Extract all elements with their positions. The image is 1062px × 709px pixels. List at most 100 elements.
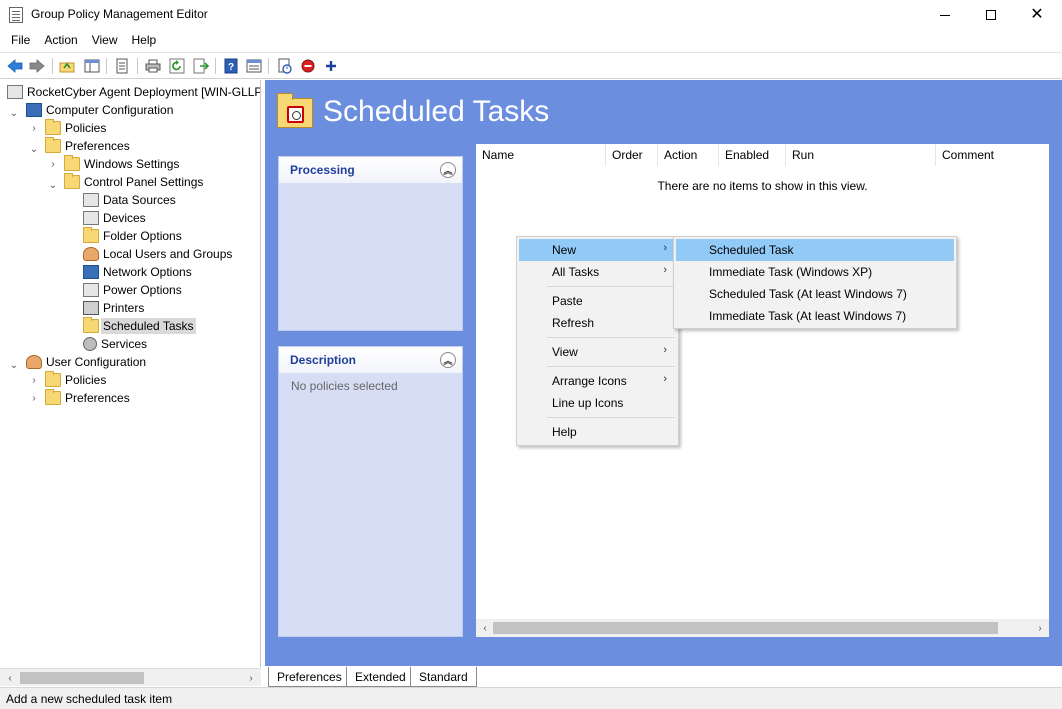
stop-icon[interactable] bbox=[299, 57, 317, 75]
help-icon[interactable]: ? bbox=[222, 57, 240, 75]
menu-item-arrange-icons[interactable]: Arrange Icons › bbox=[519, 370, 676, 392]
chevron-down-icon[interactable]: ⌄ bbox=[47, 179, 59, 191]
submenu-item-scheduled-task-win7[interactable]: Scheduled Task (At least Windows 7) bbox=[676, 283, 954, 305]
tree-horizontal-scrollbar[interactable]: ‹ › bbox=[0, 668, 261, 686]
submenu-item-immediate-task-xp[interactable]: Immediate Task (Windows XP) bbox=[676, 261, 954, 283]
tree-item-label: Preferences bbox=[65, 139, 130, 153]
scroll-right-icon[interactable]: › bbox=[1032, 620, 1048, 636]
tree-item-root[interactable]: RocketCyber Agent Deployment [WIN-GLLP bbox=[7, 83, 260, 101]
minimize-button[interactable] bbox=[922, 0, 968, 30]
scrollbar-thumb[interactable] bbox=[20, 672, 144, 684]
menu-view[interactable]: View bbox=[85, 30, 125, 52]
minimize-icon bbox=[940, 14, 950, 16]
menu-item-paste[interactable]: Paste bbox=[519, 290, 676, 312]
up-folder-icon[interactable] bbox=[58, 57, 76, 75]
column-name[interactable]: Name bbox=[476, 144, 606, 166]
menu-action[interactable]: Action bbox=[37, 30, 84, 52]
user-icon bbox=[26, 355, 42, 369]
tree-item-label: Network Options bbox=[103, 265, 192, 279]
menu-item-refresh[interactable]: Refresh bbox=[519, 312, 676, 334]
menu-item-view[interactable]: View › bbox=[519, 341, 676, 363]
menu-item-help[interactable]: Help bbox=[519, 421, 676, 443]
tree-item-folder-options[interactable]: Folder Options bbox=[83, 227, 182, 245]
back-arrow-icon[interactable] bbox=[6, 57, 24, 75]
scroll-left-icon[interactable]: ‹ bbox=[477, 620, 493, 636]
menu-item-all-tasks[interactable]: All Tasks › bbox=[519, 261, 676, 283]
print-icon[interactable] bbox=[144, 57, 162, 75]
submenu-item-immediate-task-win7[interactable]: Immediate Task (At least Windows 7) bbox=[676, 305, 954, 327]
processing-box: Processing ︽ bbox=[278, 156, 463, 331]
tree-item-label: Windows Settings bbox=[84, 157, 180, 171]
gear-icon bbox=[83, 337, 97, 351]
tree-item-cc-preferences[interactable]: Preferences bbox=[45, 137, 130, 155]
scroll-right-icon[interactable]: › bbox=[243, 670, 259, 686]
properties-icon[interactable] bbox=[113, 57, 131, 75]
tree-item-data-sources[interactable]: Data Sources bbox=[83, 191, 176, 209]
column-enabled[interactable]: Enabled bbox=[719, 144, 786, 166]
tree-item-network-options[interactable]: Network Options bbox=[83, 263, 192, 281]
chevron-down-icon[interactable]: ⌄ bbox=[8, 359, 20, 371]
collapse-up-icon[interactable]: ︽ bbox=[440, 352, 456, 368]
tree-item-label: Local Users and Groups bbox=[103, 247, 233, 261]
menu-file[interactable]: File bbox=[4, 30, 37, 52]
menu-item-label: Refresh bbox=[552, 316, 595, 330]
tab-standard[interactable]: Standard bbox=[410, 667, 477, 687]
column-action[interactable]: Action bbox=[658, 144, 719, 166]
tree-item-cc-policies[interactable]: Policies bbox=[45, 119, 106, 137]
devices-icon bbox=[83, 211, 99, 225]
add-icon[interactable] bbox=[322, 57, 340, 75]
tree-item-local-users-and-groups[interactable]: Local Users and Groups bbox=[83, 245, 232, 263]
list-horizontal-scrollbar[interactable]: ‹ › bbox=[476, 619, 1049, 637]
chevron-right-icon[interactable]: › bbox=[28, 374, 40, 386]
tree-item-uc-preferences[interactable]: Preferences bbox=[45, 389, 130, 407]
chevron-right-icon[interactable]: › bbox=[28, 392, 40, 404]
chevron-down-icon[interactable]: ⌄ bbox=[28, 143, 40, 155]
folder-icon bbox=[45, 137, 61, 153]
list-header: Name Order Action Enabled Run Comment bbox=[476, 144, 1049, 166]
tree-item-user-configuration[interactable]: User Configuration bbox=[26, 353, 146, 371]
tree-item-windows-settings[interactable]: Windows Settings bbox=[64, 155, 179, 173]
scheduled-tasks-folder-icon bbox=[277, 93, 313, 128]
export-list-icon[interactable] bbox=[192, 57, 210, 75]
submenu-item-scheduled-task[interactable]: Scheduled Task bbox=[676, 239, 954, 261]
menu-item-new[interactable]: New › bbox=[519, 239, 676, 261]
close-button[interactable]: ✕ bbox=[1014, 0, 1060, 30]
tree-item-label: Scheduled Tasks bbox=[101, 318, 196, 334]
scroll-left-icon[interactable]: ‹ bbox=[2, 670, 18, 686]
view-icon[interactable] bbox=[245, 57, 263, 75]
scrollbar-thumb[interactable] bbox=[493, 622, 998, 634]
description-header-label: Description bbox=[290, 353, 357, 367]
folder-icon bbox=[45, 371, 61, 387]
chevron-right-icon[interactable]: › bbox=[28, 122, 40, 134]
show-sync-icon[interactable] bbox=[276, 57, 294, 75]
column-comment[interactable]: Comment bbox=[936, 144, 1049, 166]
collapse-up-icon[interactable]: ︽ bbox=[440, 162, 456, 178]
tree-item-printers[interactable]: Printers bbox=[83, 299, 144, 317]
column-run[interactable]: Run bbox=[786, 144, 936, 166]
maximize-button[interactable] bbox=[968, 0, 1014, 30]
menu-help[interactable]: Help bbox=[125, 30, 164, 52]
forward-arrow-icon[interactable] bbox=[28, 57, 46, 75]
tree-item-label: Devices bbox=[103, 211, 146, 225]
tree-item-power-options[interactable]: Power Options bbox=[83, 281, 182, 299]
chevron-right-icon[interactable]: › bbox=[47, 158, 59, 170]
context-menu: New › All Tasks › Paste Refresh View › A… bbox=[516, 236, 679, 446]
tree-item-scheduled-tasks[interactable]: Scheduled Tasks bbox=[83, 317, 196, 335]
refresh-icon[interactable] bbox=[168, 57, 186, 75]
menu-bar: File Action View Help bbox=[0, 30, 1062, 52]
tab-preferences[interactable]: Preferences bbox=[268, 667, 351, 687]
computer-icon bbox=[26, 103, 42, 117]
chevron-down-icon[interactable]: ⌄ bbox=[8, 107, 20, 119]
network-icon bbox=[83, 265, 99, 279]
tree-item-control-panel-settings[interactable]: Control Panel Settings bbox=[64, 173, 203, 191]
tab-extended[interactable]: Extended bbox=[346, 667, 415, 687]
data-sources-icon bbox=[83, 193, 99, 207]
tree-item-devices[interactable]: Devices bbox=[83, 209, 146, 227]
description-box: Description ︽ No policies selected bbox=[278, 346, 463, 637]
menu-item-line-up-icons[interactable]: Line up Icons bbox=[519, 392, 676, 414]
show-hide-tree-icon[interactable] bbox=[83, 57, 101, 75]
column-order[interactable]: Order bbox=[606, 144, 658, 166]
tree-item-uc-policies[interactable]: Policies bbox=[45, 371, 106, 389]
tree-item-services[interactable]: Services bbox=[83, 335, 147, 353]
tree-item-computer-configuration[interactable]: Computer Configuration bbox=[26, 101, 173, 119]
